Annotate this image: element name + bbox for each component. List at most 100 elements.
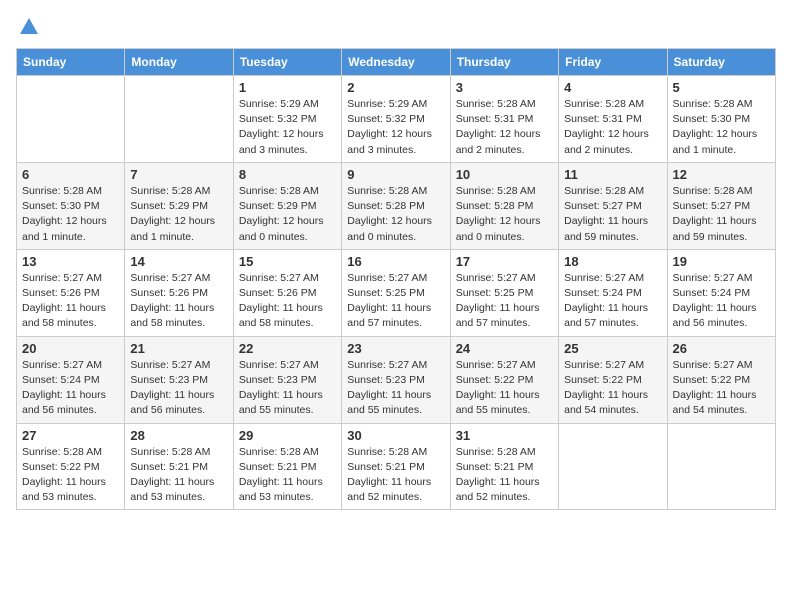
day-number: 16 xyxy=(347,254,444,269)
calendar-cell: 26 Sunrise: 5:27 AM Sunset: 5:22 PM Dayli… xyxy=(667,336,775,423)
calendar-cell: 14 Sunrise: 5:27 AM Sunset: 5:26 PM Dayli… xyxy=(125,249,233,336)
day-info: Sunrise: 5:27 AM Sunset: 5:23 PM Dayligh… xyxy=(347,358,444,419)
day-info: Sunrise: 5:28 AM Sunset: 5:21 PM Dayligh… xyxy=(347,445,444,506)
day-number: 14 xyxy=(130,254,227,269)
day-info: Sunrise: 5:28 AM Sunset: 5:27 PM Dayligh… xyxy=(564,184,661,245)
calendar-header-wednesday: Wednesday xyxy=(342,49,450,76)
day-number: 15 xyxy=(239,254,336,269)
calendar-cell: 1 Sunrise: 5:29 AM Sunset: 5:32 PM Daylig… xyxy=(233,76,341,163)
day-info: Sunrise: 5:28 AM Sunset: 5:31 PM Dayligh… xyxy=(456,97,553,158)
day-info: Sunrise: 5:27 AM Sunset: 5:26 PM Dayligh… xyxy=(130,271,227,332)
day-info: Sunrise: 5:28 AM Sunset: 5:30 PM Dayligh… xyxy=(673,97,770,158)
day-info: Sunrise: 5:27 AM Sunset: 5:22 PM Dayligh… xyxy=(456,358,553,419)
calendar-cell xyxy=(667,423,775,510)
calendar-week-row: 20 Sunrise: 5:27 AM Sunset: 5:24 PM Dayli… xyxy=(17,336,776,423)
calendar-week-row: 6Sunrise: 5:28 AM Sunset: 5:30 PM Daylig… xyxy=(17,162,776,249)
day-number: 18 xyxy=(564,254,661,269)
calendar-cell: 9 Sunrise: 5:28 AM Sunset: 5:28 PM Daylig… xyxy=(342,162,450,249)
calendar-cell: 17Sunrise: 5:27 AM Sunset: 5:25 PM Dayli… xyxy=(450,249,558,336)
calendar-header-monday: Monday xyxy=(125,49,233,76)
day-info: Sunrise: 5:28 AM Sunset: 5:28 PM Dayligh… xyxy=(456,184,553,245)
logo xyxy=(16,16,40,40)
calendar-header-tuesday: Tuesday xyxy=(233,49,341,76)
day-number: 1 xyxy=(239,80,336,95)
calendar-cell xyxy=(125,76,233,163)
day-number: 12 xyxy=(673,167,770,182)
calendar-header-thursday: Thursday xyxy=(450,49,558,76)
calendar-cell: 19 Sunrise: 5:27 AM Sunset: 5:24 PM Dayli… xyxy=(667,249,775,336)
calendar-table: SundayMondayTuesdayWednesdayThursdayFrid… xyxy=(16,48,776,510)
day-number: 28 xyxy=(130,428,227,443)
calendar-cell: 2 Sunrise: 5:29 AM Sunset: 5:32 PM Daylig… xyxy=(342,76,450,163)
day-info: Sunrise: 5:29 AM Sunset: 5:32 PM Dayligh… xyxy=(347,97,444,158)
logo-icon xyxy=(18,16,40,38)
calendar-cell: 7 Sunrise: 5:28 AM Sunset: 5:29 PM Daylig… xyxy=(125,162,233,249)
day-info: Sunrise: 5:28 AM Sunset: 5:27 PM Dayligh… xyxy=(673,184,770,245)
day-number: 13 xyxy=(22,254,119,269)
calendar-cell: 20 Sunrise: 5:27 AM Sunset: 5:24 PM Dayli… xyxy=(17,336,125,423)
calendar-cell: 18 Sunrise: 5:27 AM Sunset: 5:24 PM Dayli… xyxy=(559,249,667,336)
day-number: 5 xyxy=(673,80,770,95)
day-number: 27 xyxy=(22,428,119,443)
day-number: 26 xyxy=(673,341,770,356)
day-info: Sunrise: 5:27 AM Sunset: 5:24 PM Dayligh… xyxy=(22,358,119,419)
calendar-cell: 13 Sunrise: 5:27 AM Sunset: 5:26 PM Dayli… xyxy=(17,249,125,336)
calendar-cell: 4 Sunrise: 5:28 AM Sunset: 5:31 PM Daylig… xyxy=(559,76,667,163)
day-info: Sunrise: 5:27 AM Sunset: 5:22 PM Dayligh… xyxy=(564,358,661,419)
calendar-cell: 31Sunrise: 5:28 AM Sunset: 5:21 PM Dayli… xyxy=(450,423,558,510)
day-number: 11 xyxy=(564,167,661,182)
calendar-cell: 30 Sunrise: 5:28 AM Sunset: 5:21 PM Dayli… xyxy=(342,423,450,510)
day-info: Sunrise: 5:28 AM Sunset: 5:21 PM Dayligh… xyxy=(130,445,227,506)
calendar-cell: 3Sunrise: 5:28 AM Sunset: 5:31 PM Daylig… xyxy=(450,76,558,163)
calendar-cell: 22Sunrise: 5:27 AM Sunset: 5:23 PM Dayli… xyxy=(233,336,341,423)
calendar-cell xyxy=(559,423,667,510)
day-info: Sunrise: 5:29 AM Sunset: 5:32 PM Dayligh… xyxy=(239,97,336,158)
calendar-cell: 10 Sunrise: 5:28 AM Sunset: 5:28 PM Dayli… xyxy=(450,162,558,249)
calendar-cell: 6Sunrise: 5:28 AM Sunset: 5:30 PM Daylig… xyxy=(17,162,125,249)
calendar-cell: 24 Sunrise: 5:27 AM Sunset: 5:22 PM Dayli… xyxy=(450,336,558,423)
calendar-cell: 23Sunrise: 5:27 AM Sunset: 5:23 PM Dayli… xyxy=(342,336,450,423)
day-number: 22 xyxy=(239,341,336,356)
calendar-cell: 11 Sunrise: 5:28 AM Sunset: 5:27 PM Dayli… xyxy=(559,162,667,249)
calendar-cell: 16Sunrise: 5:27 AM Sunset: 5:25 PM Dayli… xyxy=(342,249,450,336)
day-info: Sunrise: 5:27 AM Sunset: 5:22 PM Dayligh… xyxy=(673,358,770,419)
calendar-week-row: 13 Sunrise: 5:27 AM Sunset: 5:26 PM Dayli… xyxy=(17,249,776,336)
page-header xyxy=(16,16,776,40)
day-info: Sunrise: 5:28 AM Sunset: 5:28 PM Dayligh… xyxy=(347,184,444,245)
day-info: Sunrise: 5:28 AM Sunset: 5:21 PM Dayligh… xyxy=(456,445,553,506)
calendar-header-saturday: Saturday xyxy=(667,49,775,76)
day-number: 2 xyxy=(347,80,444,95)
calendar-cell: 8Sunrise: 5:28 AM Sunset: 5:29 PM Daylig… xyxy=(233,162,341,249)
day-number: 24 xyxy=(456,341,553,356)
day-info: Sunrise: 5:28 AM Sunset: 5:31 PM Dayligh… xyxy=(564,97,661,158)
day-number: 29 xyxy=(239,428,336,443)
calendar-header-row: SundayMondayTuesdayWednesdayThursdayFrid… xyxy=(17,49,776,76)
day-info: Sunrise: 5:27 AM Sunset: 5:26 PM Dayligh… xyxy=(239,271,336,332)
day-info: Sunrise: 5:28 AM Sunset: 5:21 PM Dayligh… xyxy=(239,445,336,506)
calendar-header-sunday: Sunday xyxy=(17,49,125,76)
day-info: Sunrise: 5:28 AM Sunset: 5:22 PM Dayligh… xyxy=(22,445,119,506)
day-number: 4 xyxy=(564,80,661,95)
day-number: 7 xyxy=(130,167,227,182)
calendar-cell: 12 Sunrise: 5:28 AM Sunset: 5:27 PM Dayli… xyxy=(667,162,775,249)
calendar-cell: 28 Sunrise: 5:28 AM Sunset: 5:21 PM Dayli… xyxy=(125,423,233,510)
day-info: Sunrise: 5:28 AM Sunset: 5:29 PM Dayligh… xyxy=(130,184,227,245)
day-number: 8 xyxy=(239,167,336,182)
calendar-cell: 21Sunrise: 5:27 AM Sunset: 5:23 PM Dayli… xyxy=(125,336,233,423)
day-number: 6 xyxy=(22,167,119,182)
day-number: 21 xyxy=(130,341,227,356)
day-info: Sunrise: 5:27 AM Sunset: 5:24 PM Dayligh… xyxy=(673,271,770,332)
day-info: Sunrise: 5:27 AM Sunset: 5:24 PM Dayligh… xyxy=(564,271,661,332)
day-info: Sunrise: 5:27 AM Sunset: 5:26 PM Dayligh… xyxy=(22,271,119,332)
day-number: 9 xyxy=(347,167,444,182)
calendar-cell: 27 Sunrise: 5:28 AM Sunset: 5:22 PM Dayli… xyxy=(17,423,125,510)
calendar-cell xyxy=(17,76,125,163)
day-number: 30 xyxy=(347,428,444,443)
day-number: 19 xyxy=(673,254,770,269)
calendar-week-row: 1 Sunrise: 5:29 AM Sunset: 5:32 PM Daylig… xyxy=(17,76,776,163)
day-number: 20 xyxy=(22,341,119,356)
calendar-cell: 15 Sunrise: 5:27 AM Sunset: 5:26 PM Dayli… xyxy=(233,249,341,336)
calendar-cell: 5 Sunrise: 5:28 AM Sunset: 5:30 PM Daylig… xyxy=(667,76,775,163)
day-number: 10 xyxy=(456,167,553,182)
calendar-cell: 25Sunrise: 5:27 AM Sunset: 5:22 PM Dayli… xyxy=(559,336,667,423)
